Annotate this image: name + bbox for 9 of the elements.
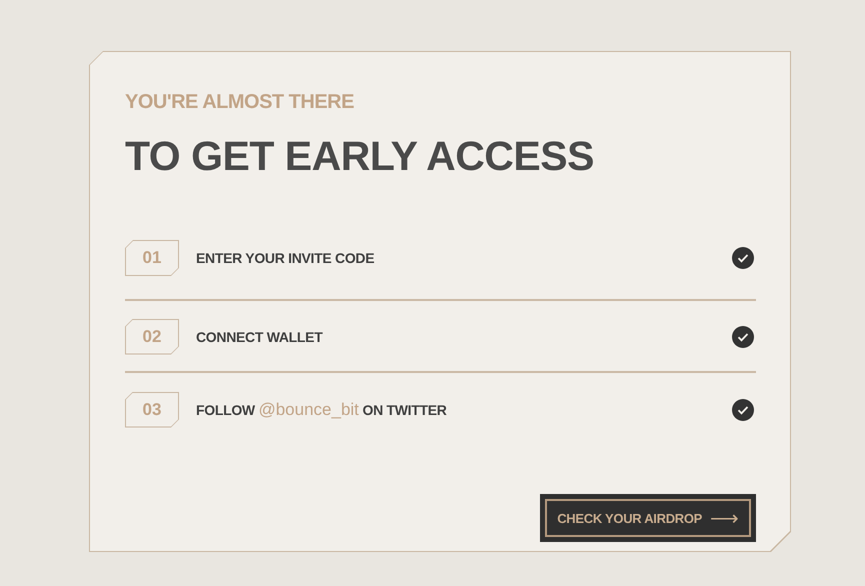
check-airdrop-button[interactable]: CHECK YOUR AIRDROP ⟶	[540, 494, 756, 542]
step-number: 02	[125, 318, 179, 354]
step-number: 01	[125, 240, 179, 276]
step-label: FOLLOW @bounce_bit ON TWITTER	[196, 400, 448, 420]
step-number: 03	[125, 392, 179, 428]
title: TO GET EARLY ACCESS	[125, 132, 595, 180]
subtitle: YOU'RE ALMOST THERE	[125, 90, 355, 114]
step-label: ENTER YOUR INVITE CODE	[196, 250, 376, 266]
step-label: CONNECT WALLET	[196, 328, 324, 344]
